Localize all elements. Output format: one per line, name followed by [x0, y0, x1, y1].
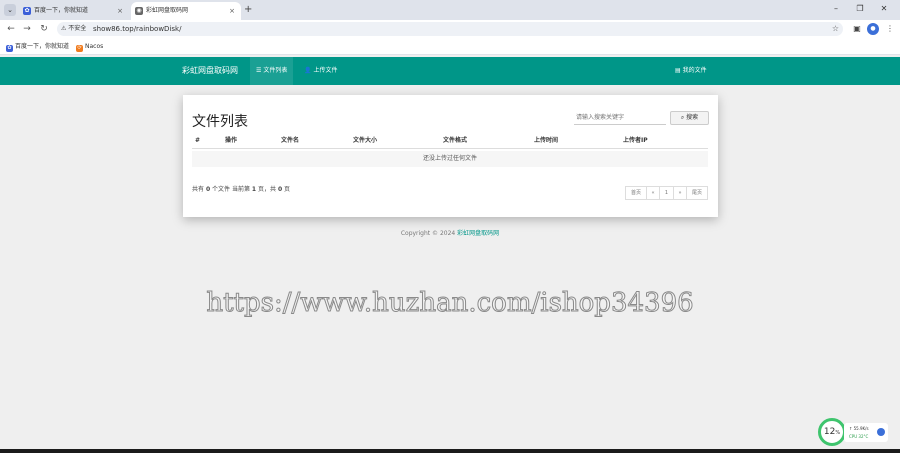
browser-tabstrip: ⌄ ✿ 百度一下，你就知道 × ◉ 彩虹网盘取码网 × + – ❐ ✕ [0, 0, 900, 20]
bookmark-nacos[interactable]: ⟳ Nacos [76, 38, 103, 55]
nav-label: 我的文件 [682, 67, 707, 74]
site-brand[interactable]: 彩虹网盘取码网 [182, 57, 238, 85]
profile-avatar-icon[interactable]: ● [867, 23, 879, 35]
os-taskbar [0, 449, 900, 453]
menu-more-icon[interactable]: ⋮ [884, 23, 896, 35]
address-bar[interactable]: ⚠ 不安全 show86.top/rainbowDisk/ ☆ [57, 22, 843, 36]
nacos-icon: ⟳ [76, 45, 83, 52]
copyright-footer: Copyright © 2024 彩虹网盘取码网 [0, 228, 900, 237]
baidu-favicon-icon: ✿ [23, 7, 31, 15]
user-icon: 👤 [304, 67, 312, 74]
file-list-panel: 文件列表 ⌕ 搜索 # 操作 文件名 文件大小 文件格式 上传时间 上传者IP … [183, 95, 718, 217]
bookmarks-bar: ✿ 百度一下，你就知道 ⟳ Nacos [0, 38, 900, 55]
security-warning[interactable]: ⚠ 不安全 [61, 22, 86, 36]
search-input[interactable] [574, 111, 666, 125]
reload-button[interactable]: ↻ [37, 22, 51, 36]
back-button[interactable]: ← [4, 22, 18, 36]
maximize-button[interactable]: ❐ [852, 2, 868, 16]
bookmark-baidu[interactable]: ✿ 百度一下，你就知道 [6, 38, 69, 55]
cpu-monitor-widget[interactable]: 12% ↑ 55.9K/s CPU 32°C [818, 418, 890, 446]
pagination: 首页 « 1 » 尾页 [625, 186, 708, 200]
watermark-text: https://www.huzhan.com/ishop34396 [206, 288, 694, 319]
column-header: # [195, 137, 201, 144]
search-icon: ⌕ [680, 114, 685, 121]
site-navbar: 彩虹网盘取码网 ☰ 文件列表 👤 上传文件 ▤ 我的文件 [0, 57, 900, 85]
tab-search-button[interactable]: ⌄ [4, 4, 16, 16]
tab-close-icon[interactable]: × [229, 2, 235, 20]
forward-button[interactable]: → [20, 22, 34, 36]
tab-close-icon[interactable]: × [117, 2, 123, 20]
bookmark-label: 百度一下，你就知道 [15, 43, 70, 50]
current-page: 1 [251, 186, 257, 193]
nav-file-list[interactable]: ☰ 文件列表 [250, 57, 294, 85]
copyright-text: Copyright © 2024 [400, 230, 456, 237]
bookmark-star-icon[interactable]: ☆ [832, 22, 839, 36]
search-button[interactable]: ⌕ 搜索 [670, 111, 709, 125]
next-page-button[interactable]: » [673, 186, 687, 200]
network-speed: ↑ 55.9K/s [849, 426, 869, 431]
close-window-button[interactable]: ✕ [876, 2, 892, 16]
nav-label: 文件列表 [263, 67, 288, 74]
tab-rainbow-disk[interactable]: ◉ 彩虹网盘取码网 × [131, 2, 241, 20]
summary-text: 共有 [192, 186, 205, 193]
accelerator-icon [877, 428, 885, 436]
empty-table-row: 还没上传过任何文件 [192, 151, 708, 167]
nav-upload-file[interactable]: 👤 上传文件 [298, 57, 344, 85]
copyright-link[interactable]: 彩虹网盘取码网 [457, 230, 499, 237]
tab-baidu[interactable]: ✿ 百度一下，你就知道 × [19, 2, 129, 20]
cpu-temperature: CPU 32°C [849, 434, 869, 439]
column-header: 操作 [225, 137, 238, 144]
cpu-percent-ring: 12% [818, 418, 846, 446]
summary-text: 页，共 [258, 186, 277, 193]
column-header: 上传时间 [534, 137, 559, 144]
baidu-icon: ✿ [6, 45, 13, 52]
column-header: 文件大小 [353, 137, 378, 144]
last-page-button[interactable]: 尾页 [686, 186, 708, 200]
tab-title: 彩虹网盘取码网 [146, 7, 189, 14]
prev-page-button[interactable]: « [646, 186, 660, 200]
percent-unit: % [835, 430, 841, 436]
page-1-button[interactable]: 1 [659, 186, 674, 200]
cpu-percent: 12 [823, 427, 836, 437]
total-pages: 0 [277, 186, 283, 193]
folder-icon: ▤ [675, 67, 681, 74]
first-page-button[interactable]: 首页 [625, 186, 647, 200]
pagination-summary: 共有 0 个文件 当前第 1 页，共 0 页 [192, 185, 290, 195]
side-panel-icon[interactable]: ▣ [851, 23, 863, 35]
page-title: 文件列表 [192, 114, 248, 130]
browser-toolbar: ← → ↻ ⚠ 不安全 show86.top/rainbowDisk/ ☆ ▣ … [0, 20, 900, 38]
file-count: 0 [205, 186, 211, 193]
tab-title: 百度一下，你就知道 [34, 7, 89, 14]
cpu-stats-box: ↑ 55.9K/s CPU 32°C [844, 423, 888, 442]
nav-label: 上传文件 [313, 67, 338, 74]
column-header: 上传者IP [623, 137, 648, 144]
column-header: 文件名 [281, 137, 300, 144]
summary-text: 页 [284, 186, 291, 193]
minimize-button[interactable]: – [828, 2, 844, 16]
summary-text: 个文件 当前第 [212, 186, 250, 193]
search-button-label: 搜索 [686, 114, 699, 121]
column-header: 文件格式 [443, 137, 468, 144]
globe-favicon-icon: ◉ [135, 7, 143, 15]
list-icon: ☰ [256, 67, 262, 74]
url-text[interactable]: show86.top/rainbowDisk/ [93, 22, 181, 36]
new-tab-button[interactable]: + [244, 3, 252, 17]
nav-my-files[interactable]: ▤ 我的文件 [669, 57, 713, 85]
table-header: # 操作 文件名 文件大小 文件格式 上传时间 上传者IP [192, 134, 708, 149]
bookmark-label: Nacos [85, 43, 104, 50]
